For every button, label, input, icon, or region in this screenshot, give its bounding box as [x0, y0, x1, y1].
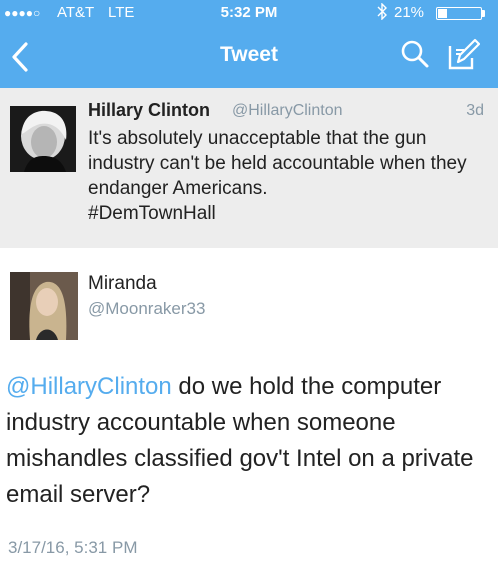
- reply-author-handle[interactable]: @Moonraker33: [88, 299, 205, 319]
- tweet-age: 3d: [466, 102, 484, 119]
- avatar[interactable]: [10, 272, 78, 340]
- original-tweet[interactable]: Hillary Clinton @HillaryClinton 3d It's …: [0, 88, 498, 248]
- reply-author-name[interactable]: Miranda: [88, 273, 157, 295]
- bluetooth-icon: [376, 2, 388, 24]
- search-icon: [401, 40, 429, 68]
- reply-timestamp: 3/17/16, 5:31 PM: [8, 538, 138, 557]
- battery-fill: [438, 9, 447, 18]
- hashtag-link[interactable]: #DemTownHall: [88, 201, 488, 226]
- author-handle[interactable]: @HillaryClinton: [232, 102, 343, 120]
- tweet-text: It's absolutely unacceptable that the gu…: [88, 126, 488, 226]
- battery-icon: [436, 7, 482, 20]
- avatar[interactable]: [10, 106, 76, 172]
- battery-tip: [482, 10, 485, 17]
- reply-text: @HillaryClinton do we hold the computer …: [6, 369, 486, 513]
- search-button[interactable]: [399, 38, 431, 70]
- compose-button[interactable]: [444, 36, 481, 72]
- tweet-body: It's absolutely unacceptable that the gu…: [88, 128, 467, 199]
- status-bar: ●●●●○ AT&T LTE 5:32 PM 21%: [0, 0, 498, 26]
- battery-percent: 21%: [394, 4, 425, 21]
- navigation-bar: ●●●●○ AT&T LTE 5:32 PM 21% Tweet: [0, 0, 498, 88]
- mention-link[interactable]: @HillaryClinton: [6, 373, 172, 400]
- divider: [0, 248, 498, 262]
- author-name[interactable]: Hillary Clinton: [88, 100, 210, 121]
- compose-icon: [448, 38, 481, 70]
